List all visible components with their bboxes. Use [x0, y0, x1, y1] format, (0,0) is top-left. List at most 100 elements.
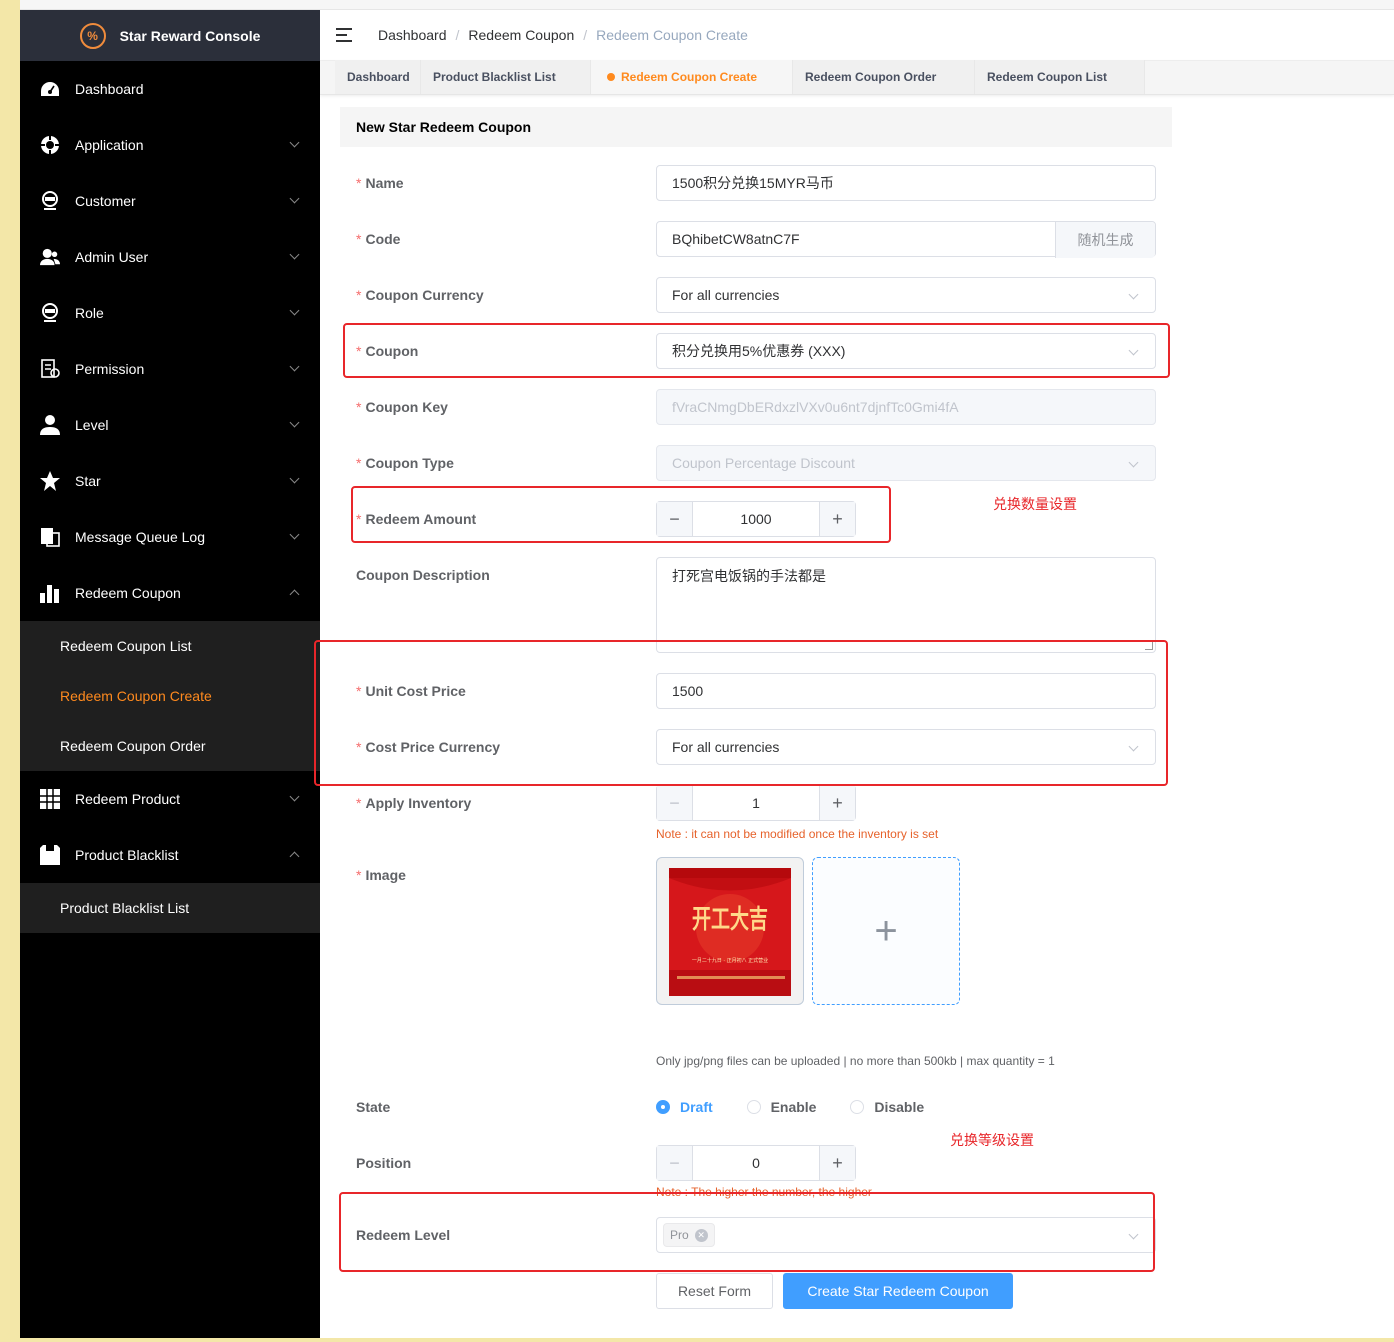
- chevron-down-icon: [289, 473, 300, 484]
- redeem-coupon-icon: [40, 583, 60, 603]
- increment-button[interactable]: +: [819, 1146, 855, 1180]
- state-row: State Draft Enable Disable: [356, 1089, 1156, 1125]
- tab-label: Redeem Coupon Create: [621, 70, 758, 84]
- sidebar-item-label: Role: [75, 305, 104, 321]
- sidebar-item-product-blacklist[interactable]: Product Blacklist: [20, 827, 320, 883]
- logo-icon: %: [79, 22, 106, 49]
- close-icon[interactable]: ✕: [694, 1228, 708, 1242]
- form-title: New Star Redeem Coupon: [340, 107, 1172, 147]
- sidebar-item-redeem-product[interactable]: Redeem Product: [20, 771, 320, 827]
- dashboard-icon: [40, 79, 60, 99]
- sidebar-item-label: Permission: [75, 361, 145, 377]
- poster-image: 开工大吉 一月二十九日 · 正月初八 正式营业: [669, 868, 791, 996]
- sidebar: % Star Reward Console Dashboard Applicat…: [20, 10, 320, 1338]
- coupon-type-row: * Coupon Type Coupon Percentage Discount: [356, 445, 1156, 481]
- increment-button[interactable]: +: [819, 786, 855, 820]
- sidebar-item-application[interactable]: Application: [20, 117, 320, 173]
- image-row: * Image 开工大吉 一月二十九日 · 正月初八 正式营业 + Only jp…: [356, 857, 1156, 1068]
- reset-form-button[interactable]: Reset Form: [656, 1273, 773, 1309]
- plus-icon: +: [874, 908, 898, 953]
- breadcrumb-item[interactable]: Redeem Coupon: [468, 27, 574, 43]
- annotation-redeem-level: 兑换等级设置: [950, 1132, 1034, 1148]
- generate-random-code-button[interactable]: 随机生成: [1055, 222, 1155, 258]
- code-value: BQhibetCW8atnC7F: [672, 231, 800, 247]
- breadcrumb-current: Redeem Coupon Create: [596, 27, 748, 43]
- decrement-button[interactable]: −: [657, 1146, 693, 1180]
- sidebar-item-label: Level: [75, 417, 109, 433]
- position-stepper: − 0 +: [656, 1145, 856, 1181]
- tab-dashboard[interactable]: Dashboard: [335, 60, 421, 94]
- coupon-currency-select[interactable]: For all currencies: [656, 277, 1156, 313]
- sidebar-item-label: Admin User: [75, 249, 149, 265]
- tab-redeem-coupon-order[interactable]: Redeem Coupon Order: [793, 60, 975, 94]
- sidebar-item-dashboard[interactable]: Dashboard: [20, 61, 320, 117]
- sidebar-subitem-redeem-coupon-list[interactable]: Redeem Coupon List: [20, 621, 320, 671]
- redeem-level-select[interactable]: Pro ✕: [656, 1217, 1156, 1253]
- apply-inventory-stepper: − 1 +: [656, 785, 856, 821]
- chevron-down-icon: [1128, 741, 1139, 752]
- create-coupon-button[interactable]: Create Star Redeem Coupon: [783, 1273, 1013, 1309]
- chevron-down-icon: [289, 305, 300, 316]
- image-upload-hint: Only jpg/png files can be uploaded | no …: [656, 1054, 1055, 1068]
- chevron-down-icon: [289, 193, 300, 204]
- state-radio-enable[interactable]: Enable: [746, 1099, 816, 1115]
- role-icon: [40, 303, 60, 323]
- sidebar-subitem-redeem-coupon-order[interactable]: Redeem Coupon Order: [20, 721, 320, 771]
- app-logo[interactable]: % Star Reward Console: [20, 10, 320, 61]
- poster-subtitle: 一月二十九日 · 正月初八 正式营业: [692, 957, 768, 964]
- code-input[interactable]: BQhibetCW8atnC7F 随机生成: [656, 221, 1156, 258]
- sidebar-item-role[interactable]: Role: [20, 285, 320, 341]
- tab-product-blacklist-list[interactable]: Product Blacklist List: [421, 60, 591, 94]
- position-row: Position − 0 + Note : The higher the num…: [356, 1145, 1156, 1199]
- sidebar-item-permission[interactable]: Permission: [20, 341, 320, 397]
- sidebar-subitem-redeem-coupon-create[interactable]: Redeem Coupon Create: [20, 671, 320, 721]
- redeem-amount-stepper: − 1000 +: [656, 501, 856, 537]
- chevron-up-icon: [289, 851, 300, 862]
- sidebar-item-redeem-coupon[interactable]: Redeem Coupon: [20, 565, 320, 621]
- active-dot-icon: [607, 73, 615, 81]
- application-icon: [40, 135, 60, 155]
- name-label: * Name: [356, 175, 404, 191]
- increment-button[interactable]: +: [819, 502, 855, 536]
- window-top-strip: [20, 0, 1394, 10]
- sidebar-item-message-queue-log[interactable]: Message Queue Log: [20, 509, 320, 565]
- coupon-description-label: Coupon Description: [356, 567, 490, 583]
- sidebar-item-admin-user[interactable]: Admin User: [20, 229, 320, 285]
- position-value[interactable]: 0: [693, 1146, 819, 1180]
- sidebar-item-label: Dashboard: [75, 81, 144, 97]
- position-note: Note : The higher the number, the higher: [656, 1185, 872, 1199]
- state-radio-disable[interactable]: Disable: [850, 1099, 924, 1115]
- state-radio-draft[interactable]: Draft: [656, 1099, 713, 1115]
- coupon-description-textarea[interactable]: 打死宫电饭锅的手法都是: [656, 557, 1156, 653]
- cost-price-currency-select[interactable]: For all currencies: [656, 729, 1156, 765]
- chevron-down-icon: [289, 791, 300, 802]
- uploaded-image-thumbnail[interactable]: 开工大吉 一月二十九日 · 正月初八 正式营业: [656, 857, 804, 1005]
- coupon-row: * Coupon 积分兑换用5%优惠券 (XXX): [356, 333, 1156, 369]
- hamburger-icon[interactable]: [336, 28, 354, 42]
- sidebar-item-customer[interactable]: Customer: [20, 173, 320, 229]
- decrement-button[interactable]: −: [657, 502, 693, 536]
- unit-cost-price-input[interactable]: 1500: [656, 673, 1156, 709]
- tab-redeem-coupon-list[interactable]: Redeem Coupon List: [975, 60, 1145, 94]
- breadcrumb-item[interactable]: Dashboard: [378, 27, 447, 43]
- sidebar-item-label: Star: [75, 473, 101, 489]
- resize-handle-icon[interactable]: [1145, 642, 1153, 650]
- sidebar-item-star[interactable]: Star: [20, 453, 320, 509]
- redeem-amount-label: * Redeem Amount: [356, 511, 477, 527]
- coupon-select[interactable]: 积分兑换用5%优惠券 (XXX): [656, 333, 1156, 369]
- state-radio-group: Draft Enable Disable: [656, 1099, 954, 1117]
- name-input[interactable]: 1500积分兑换15MYR马币: [656, 165, 1156, 201]
- sidebar-item-level[interactable]: Level: [20, 397, 320, 453]
- tab-redeem-coupon-create[interactable]: Redeem Coupon Create: [591, 60, 793, 94]
- redeem-amount-value[interactable]: 1000: [693, 502, 819, 536]
- apply-inventory-value[interactable]: 1: [693, 786, 819, 820]
- apply-inventory-row: * Apply Inventory − 1 + Note : it can not…: [356, 785, 1156, 845]
- admin-user-icon: [40, 247, 60, 267]
- upload-image-button[interactable]: +: [812, 857, 960, 1005]
- sidebar-item-label: Application: [75, 137, 144, 153]
- coupon-currency-label: * Coupon Currency: [356, 287, 484, 303]
- decrement-button[interactable]: −: [657, 786, 693, 820]
- sidebar-subitem-product-blacklist-list[interactable]: Product Blacklist List: [20, 883, 320, 933]
- chevron-down-icon: [1128, 289, 1139, 300]
- permission-icon: [40, 359, 60, 379]
